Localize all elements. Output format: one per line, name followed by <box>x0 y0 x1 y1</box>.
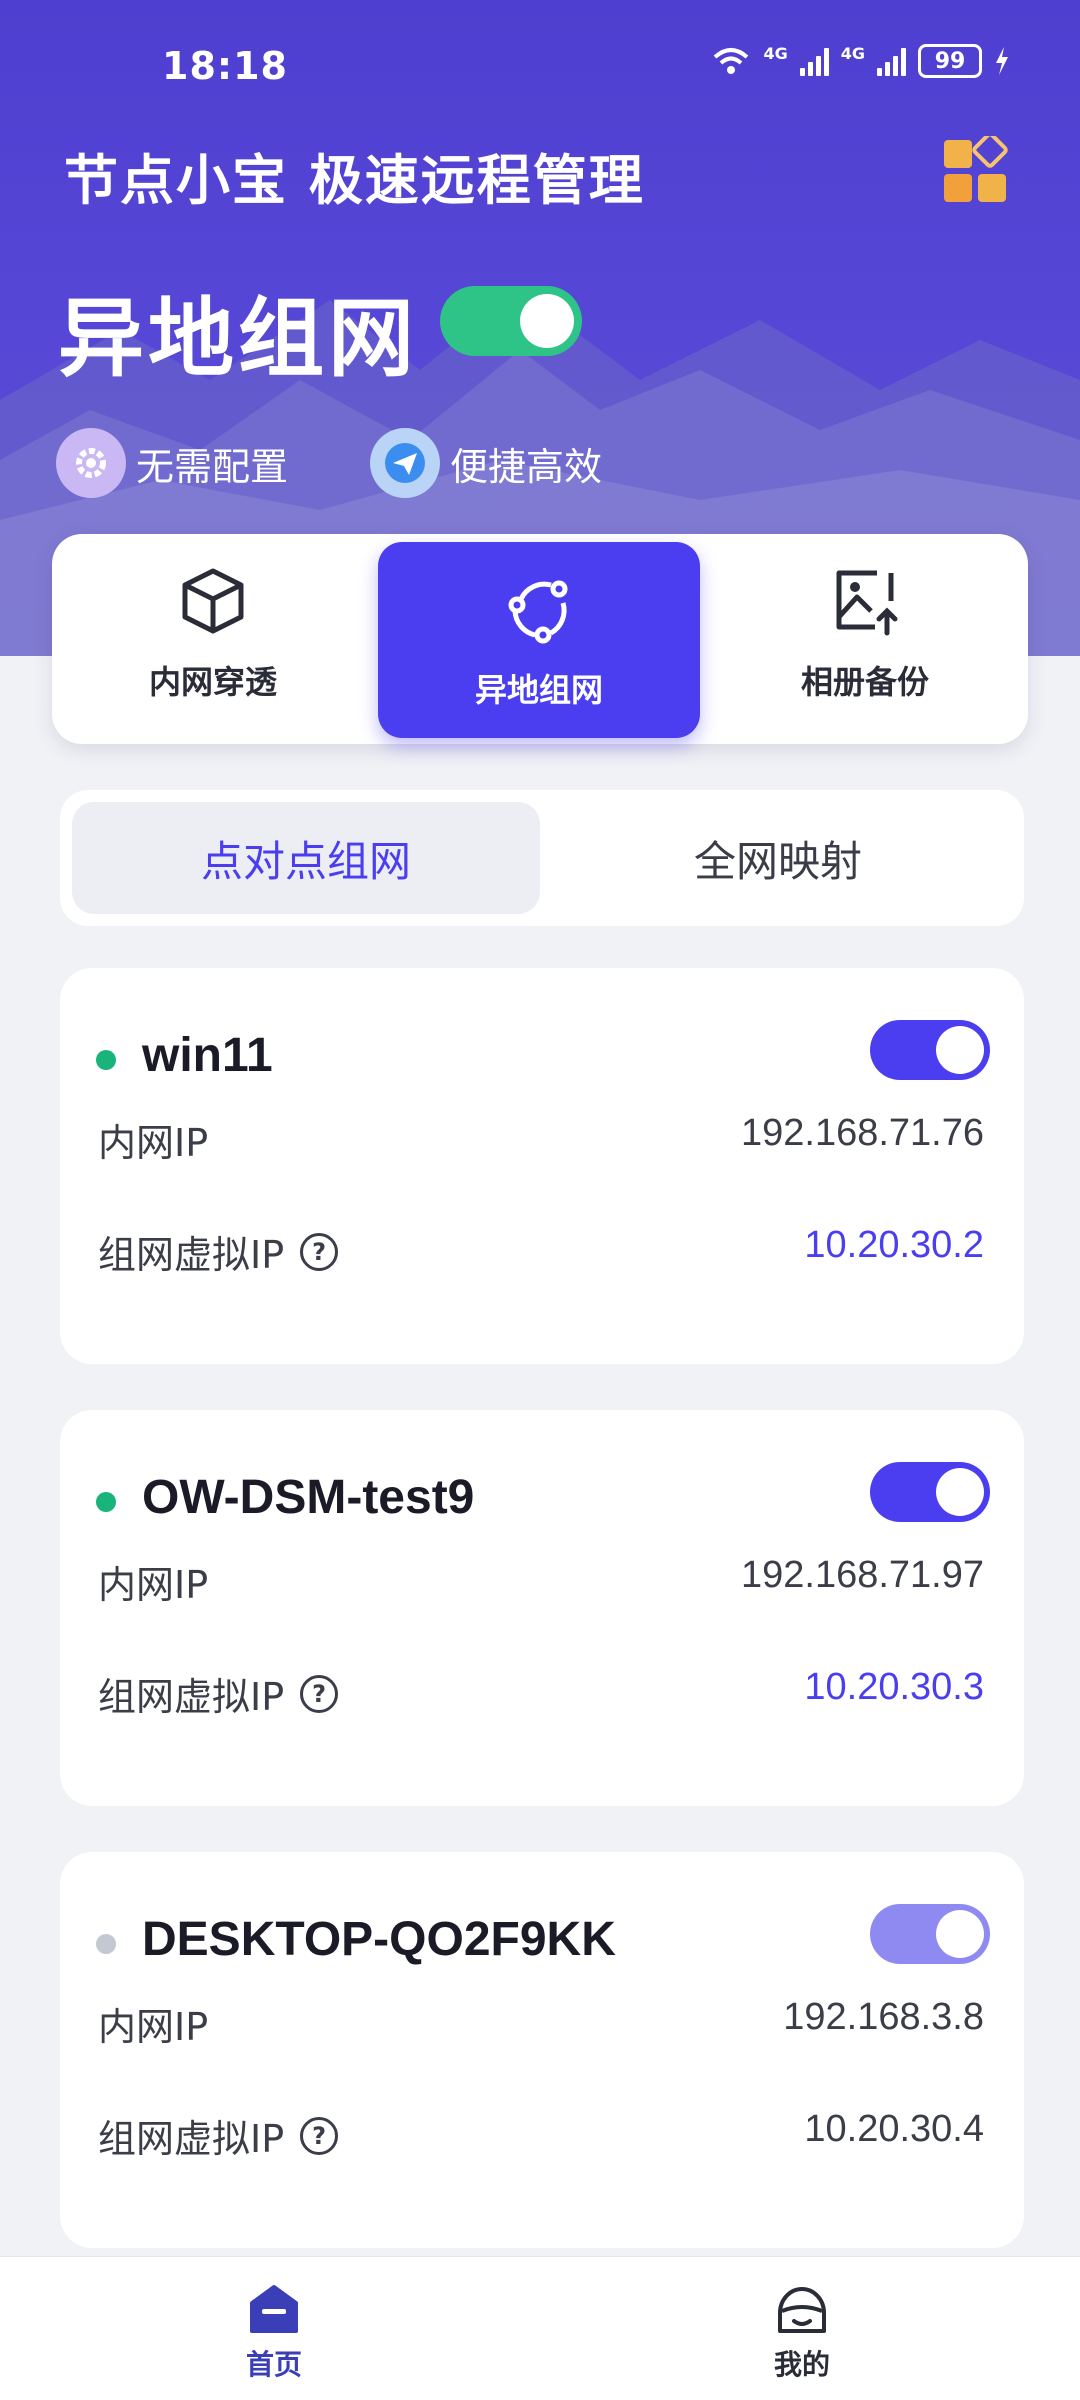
device-card[interactable]: OW-DSM-test9 内网IP 192.168.71.97 组网虚拟IP? … <box>60 1410 1024 1806</box>
mode-tabs: 内网穿透 异地组网 相册备份 <box>52 534 1028 744</box>
virtual-ip-value: 10.20.30.2 <box>804 1224 984 1266</box>
apps-grid-icon[interactable] <box>942 136 1010 204</box>
tag-label: 无需配置 <box>136 444 289 489</box>
lan-ip-label: 内网IP <box>98 1121 209 1165</box>
help-icon[interactable]: ? <box>300 1674 339 1713</box>
cube-icon <box>182 568 244 634</box>
signal-1-label: 4G <box>763 44 788 63</box>
network-nodes-icon <box>508 580 568 644</box>
signal-1-icon <box>799 46 829 76</box>
nav-me[interactable]: 我的 <box>772 2279 832 2383</box>
device-name: DESKTOP-QO2F9KK <box>142 1913 616 1966</box>
segment-p2p[interactable]: 点对点组网 <box>72 802 540 914</box>
lan-ip-value: 192.168.71.97 <box>740 1554 984 1596</box>
virtual-ip-value: 10.20.30.4 <box>804 2108 984 2150</box>
signal-2-label: 4G <box>840 44 865 63</box>
feature-toggle[interactable] <box>440 286 582 356</box>
device-toggle[interactable] <box>870 1462 990 1522</box>
tab-remote-network[interactable]: 异地组网 <box>378 542 700 738</box>
tag-efficient: 便捷高效 <box>370 428 602 498</box>
tag-no-config: 无需配置 <box>56 428 288 498</box>
app-title: 节点小宝 极速远程管理 <box>64 149 645 212</box>
nav-label: 首页 <box>245 2348 302 2381</box>
tab-label: 异地组网 <box>474 671 603 709</box>
charging-icon <box>996 47 1008 75</box>
bottom-nav: 首页 我的 <box>0 2256 1080 2400</box>
offline-status-dot <box>96 1934 116 1954</box>
device-toggle[interactable] <box>870 1904 990 1964</box>
help-icon[interactable]: ? <box>300 1232 339 1271</box>
device-card[interactable]: win11 内网IP 192.168.71.76 组网虚拟IP? 10.20.3… <box>60 968 1024 1364</box>
battery-indicator: 99 <box>918 44 982 78</box>
help-icon[interactable]: ? <box>300 2116 339 2155</box>
virtual-ip-label-text: 组网虚拟IP <box>98 1233 285 1277</box>
lan-ip-label: 内网IP <box>98 1563 209 1607</box>
online-status-dot <box>96 1050 116 1070</box>
virtual-ip-value: 10.20.30.3 <box>804 1666 984 1708</box>
lan-ip-value: 192.168.71.76 <box>740 1112 984 1154</box>
paper-plane-icon <box>370 428 440 498</box>
segment-full-mapping[interactable]: 全网映射 <box>544 802 1012 914</box>
virtual-ip-label-text: 组网虚拟IP <box>98 2117 285 2161</box>
lan-ip-value: 192.168.3.8 <box>783 1996 984 2038</box>
user-face-icon <box>778 2287 826 2333</box>
device-card[interactable]: DESKTOP-QO2F9KK 内网IP 192.168.3.8 组网虚拟IP?… <box>60 1852 1024 2248</box>
home-icon <box>250 2285 298 2333</box>
nav-label: 我的 <box>773 2348 830 2381</box>
feature-title: 异地组网 <box>58 289 418 389</box>
lan-ip-label: 内网IP <box>98 2005 209 2049</box>
status-time: 18:18 <box>162 44 288 88</box>
virtual-ip-label: 组网虚拟IP? <box>98 2108 339 2163</box>
tab-intranet-penetration[interactable]: 内网穿透 <box>52 534 374 730</box>
image-upload-icon <box>836 570 898 636</box>
status-bar: 18:18 4G 4G 99 <box>0 0 1080 120</box>
tag-label: 便捷高效 <box>450 444 603 489</box>
tab-label: 相册备份 <box>800 663 929 701</box>
wifi-icon <box>714 48 749 74</box>
nav-home[interactable]: 首页 <box>244 2279 304 2383</box>
device-toggle[interactable] <box>870 1020 990 1080</box>
device-name: OW-DSM-test9 <box>142 1471 475 1524</box>
network-mode-segment: 点对点组网 全网映射 <box>60 790 1024 926</box>
virtual-ip-label-text: 组网虚拟IP <box>98 1675 285 1719</box>
device-name: win11 <box>142 1029 273 1082</box>
signal-2-icon <box>877 46 906 76</box>
tab-label: 内网穿透 <box>148 663 277 701</box>
online-status-dot <box>96 1492 116 1512</box>
status-icons: 4G 4G 99 <box>711 44 1010 78</box>
virtual-ip-label: 组网虚拟IP? <box>98 1224 339 1279</box>
gear-icon <box>56 428 126 498</box>
tab-album-backup[interactable]: 相册备份 <box>704 534 1026 730</box>
virtual-ip-label: 组网虚拟IP? <box>98 1666 339 1721</box>
